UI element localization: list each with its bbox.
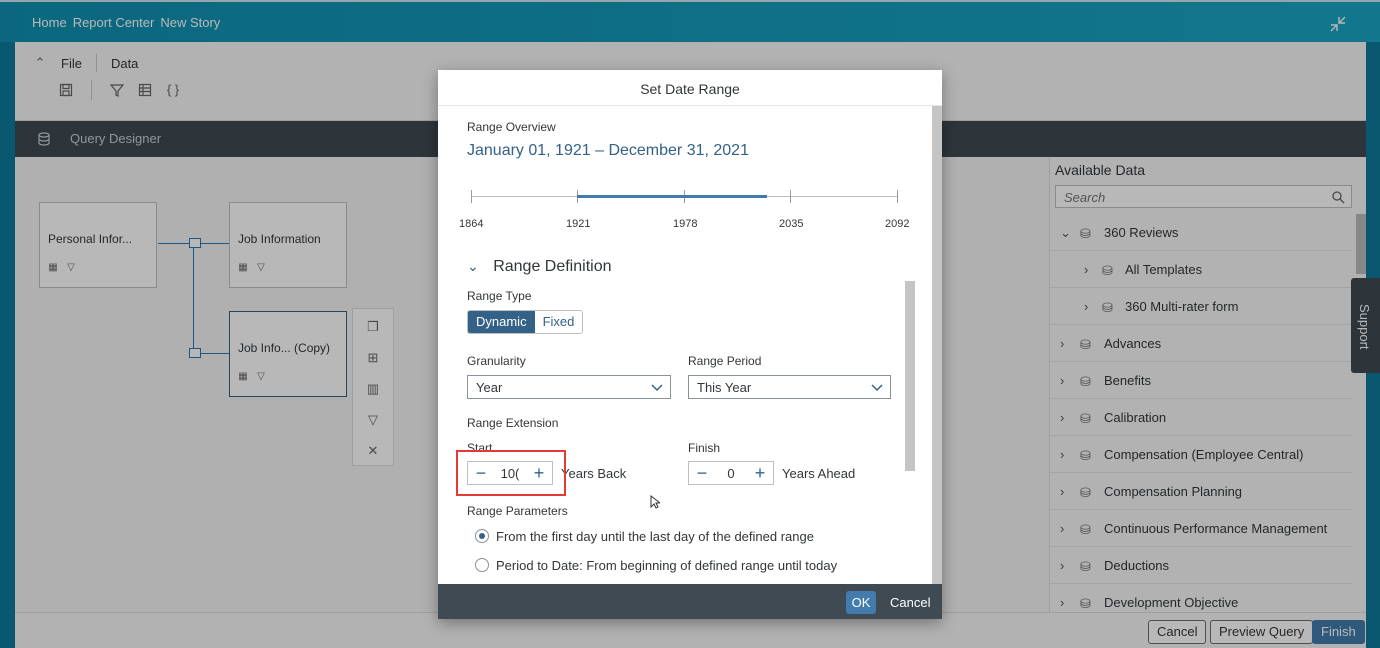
chevron-down-icon <box>651 384 663 392</box>
slider-tick <box>897 190 898 203</box>
range-definition-title: Range Definition <box>493 258 612 275</box>
granularity-value: Year <box>476 380 503 395</box>
plus-icon[interactable]: + <box>747 462 773 484</box>
section-scrollbar[interactable] <box>905 281 915 471</box>
granularity-label: Granularity <box>467 354 526 368</box>
dialog-title: Set Date Range <box>438 70 942 106</box>
tick-label: 2035 <box>779 218 804 230</box>
slider-tick <box>471 190 472 203</box>
dialog-scrollbar[interactable] <box>932 106 942 584</box>
finish-stepper[interactable]: − 0 + <box>688 461 774 485</box>
range-type-segmented: Dynamic Fixed <box>467 310 584 334</box>
scrollbar-thumb[interactable] <box>932 106 942 584</box>
finish-suffix: Years Ahead <box>782 466 856 481</box>
radio-label: Period to Date: From beginning of define… <box>496 558 838 573</box>
annotation-highlight-box <box>456 450 566 496</box>
chevron-down-icon[interactable]: ⌄ <box>467 258 479 274</box>
range-type-fixed[interactable]: Fixed <box>534 311 583 333</box>
dialog-body: Range Overview January 01, 1921 – Decemb… <box>438 106 942 584</box>
range-slider[interactable] <box>471 190 898 203</box>
dialog-cancel-button[interactable]: Cancel <box>890 595 930 610</box>
granularity-select[interactable]: Year <box>467 375 671 399</box>
tick-label: 1921 <box>566 218 591 230</box>
radio-label: From the first day until the last day of… <box>496 529 814 544</box>
slider-tick <box>790 190 791 203</box>
tick-label: 1978 <box>673 218 698 230</box>
finish-value[interactable]: 0 <box>715 466 747 481</box>
range-period-label: Range Period <box>688 354 762 368</box>
dialog-footer: OK Cancel <box>438 584 942 619</box>
tick-label: 1864 <box>459 218 484 230</box>
range-overview-text: January 01, 1921 – December 31, 2021 <box>467 142 749 159</box>
range-definition-header[interactable]: ⌄ Range Definition <box>467 258 611 276</box>
range-type-dynamic[interactable]: Dynamic <box>468 311 535 333</box>
range-extension-label: Range Extension <box>467 416 559 430</box>
tick-label: 2092 <box>885 218 910 230</box>
set-date-range-dialog: Set Date Range Range Overview January 01… <box>438 70 942 619</box>
slider-range-fill[interactable] <box>577 195 767 198</box>
range-overview-label: Range Overview <box>467 120 556 134</box>
range-period-value: This Year <box>697 380 752 395</box>
mouse-cursor-icon <box>650 495 660 509</box>
ok-button[interactable]: OK <box>846 591 876 614</box>
range-parameters-label: Range Parameters <box>467 504 568 518</box>
range-type-label: Range Type <box>467 289 532 303</box>
chevron-down-icon <box>871 384 883 392</box>
radio-first-to-last-day[interactable] <box>475 529 489 543</box>
minus-icon[interactable]: − <box>689 462 715 484</box>
start-suffix: Years Back <box>561 466 627 481</box>
radio-period-to-date[interactable] <box>475 558 489 572</box>
range-period-select[interactable]: This Year <box>688 375 891 399</box>
finish-label: Finish <box>688 441 721 455</box>
